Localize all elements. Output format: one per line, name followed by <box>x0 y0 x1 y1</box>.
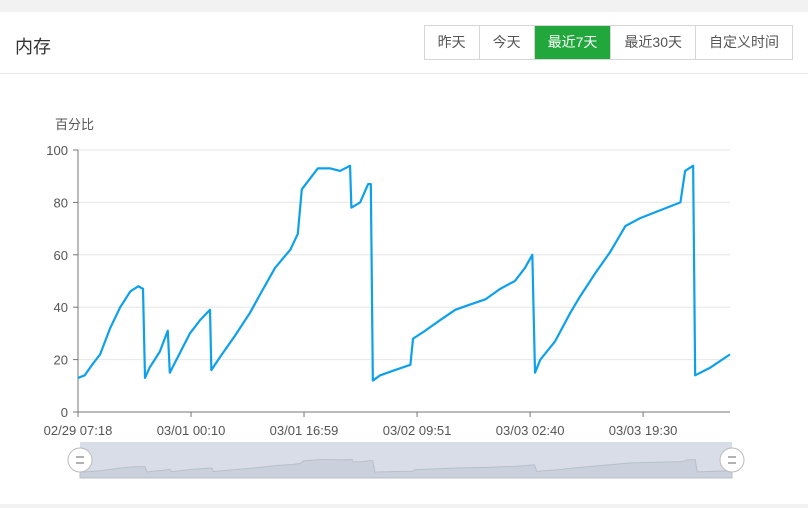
y-axis-title: 百分比 <box>55 117 94 132</box>
y-tick-label: 100 <box>46 143 68 158</box>
x-tick-label: 02/29 07:18 <box>44 423 113 438</box>
memory-series-line <box>77 164 731 382</box>
x-tick-label: 03/01 16:59 <box>270 423 339 438</box>
y-tick-label: 80 <box>54 195 68 210</box>
x-tick-label: 03/03 19:30 <box>609 423 678 438</box>
x-tick-label: 03/03 02:40 <box>496 423 565 438</box>
y-tick-label: 40 <box>54 300 68 315</box>
zoom-handle-right[interactable] <box>719 447 745 473</box>
x-tick-label: 03/01 00:10 <box>157 423 226 438</box>
zoom-handle-left[interactable] <box>67 447 93 473</box>
memory-chart: 百分比 0 20 40 60 80 100 02/29 07:18 03/01 00:10 03/… <box>44 117 745 479</box>
y-tick-label: 60 <box>54 248 68 263</box>
y-tick-label: 20 <box>54 353 68 368</box>
x-tick-label: 03/02 09:51 <box>383 423 452 438</box>
y-tick-label: 0 <box>61 405 68 420</box>
